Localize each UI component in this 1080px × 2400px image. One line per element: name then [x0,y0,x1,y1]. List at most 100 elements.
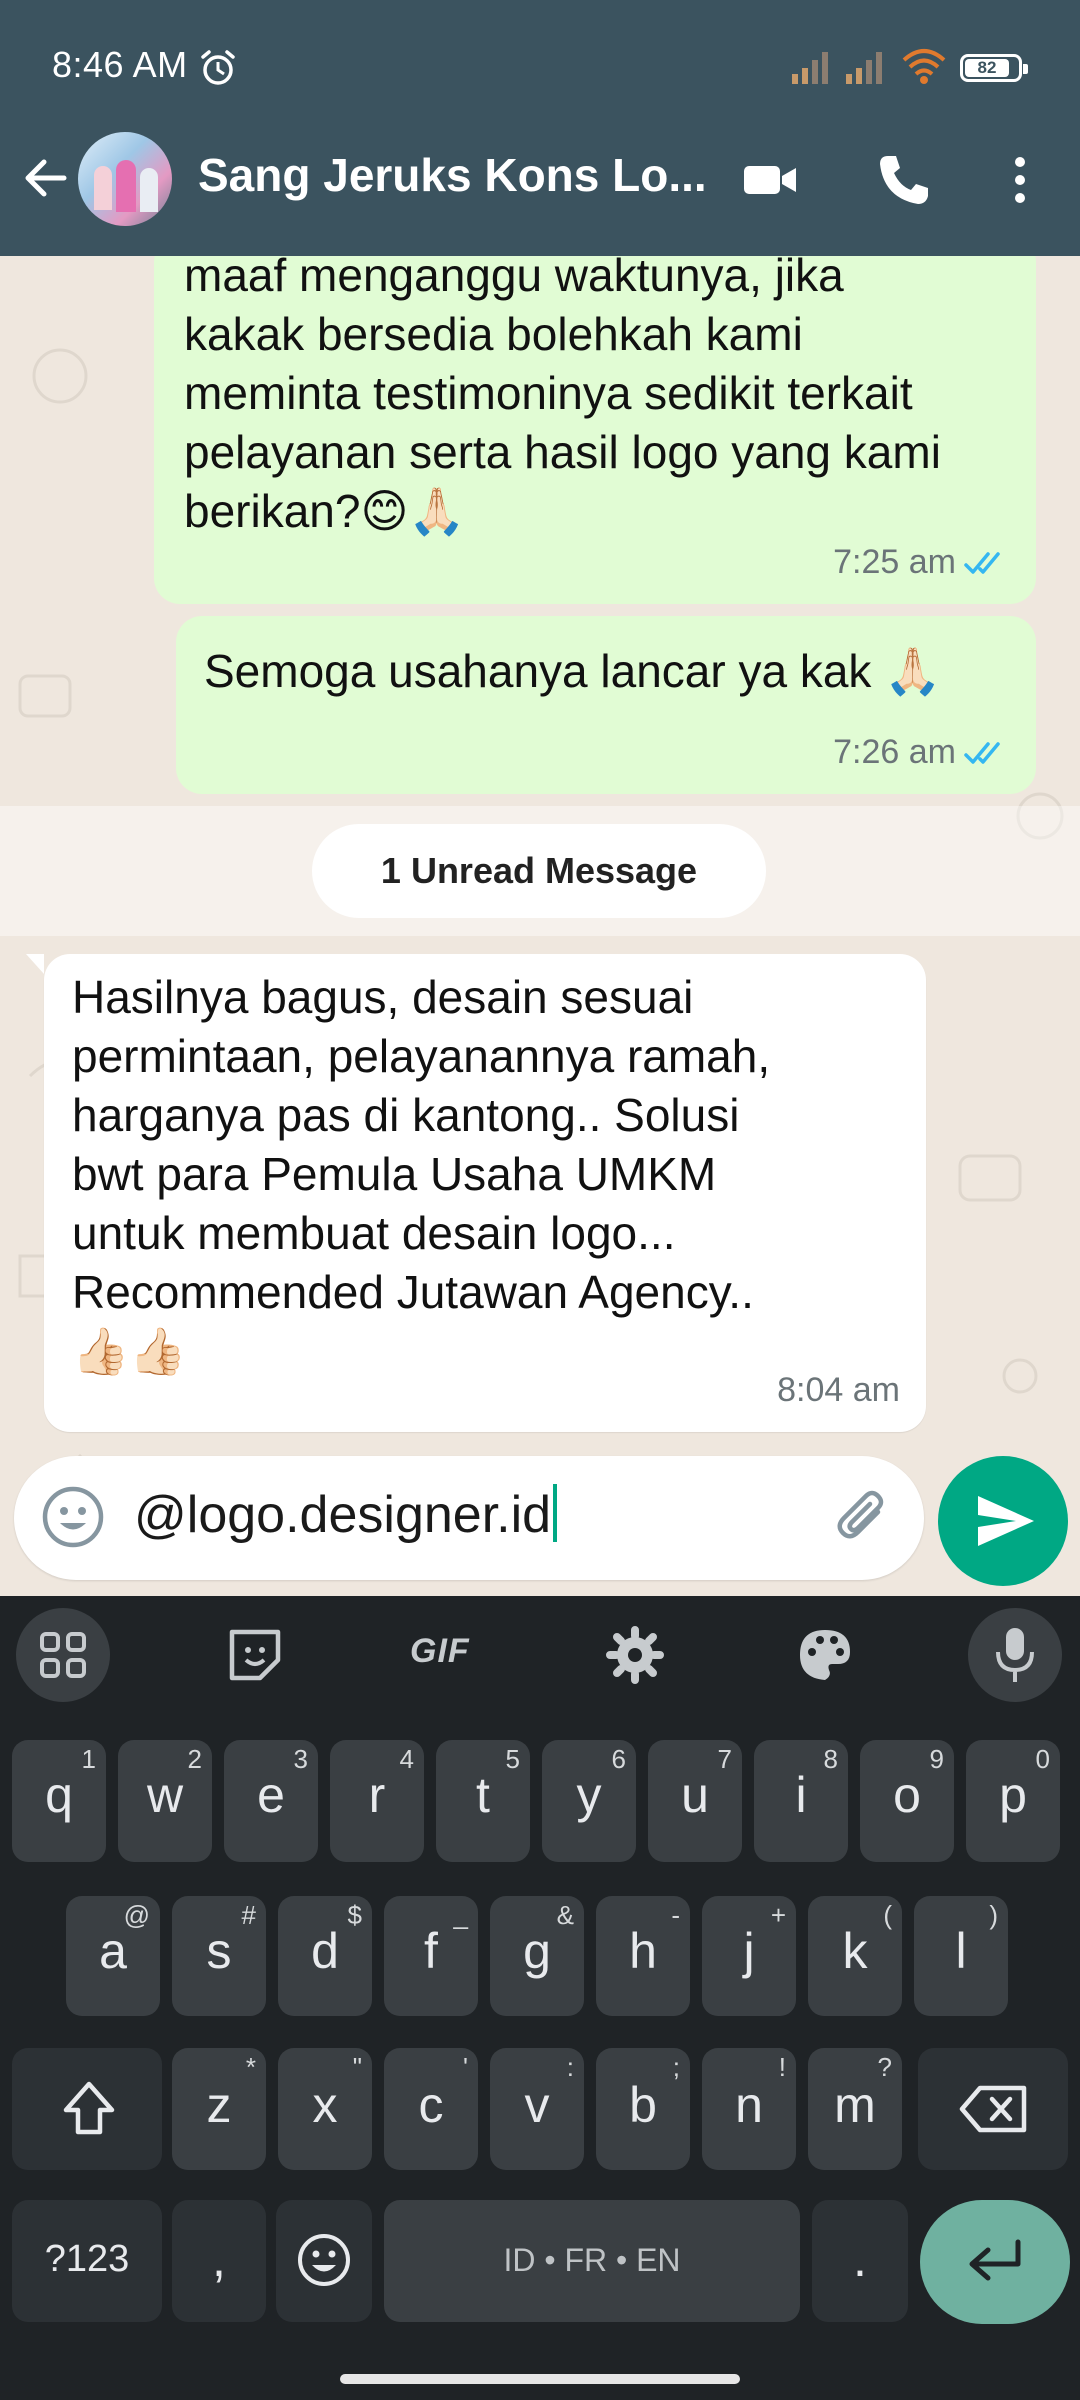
key-secondary-label: & [556,1900,574,1930]
shift-icon [63,2081,115,2135]
sticker-icon[interactable] [224,1624,286,1686]
symbols-key[interactable]: ?123 [12,2200,162,2322]
chat-title[interactable]: Sang Jeruks Kons Lo... [198,148,718,202]
key-secondary-label: ( [883,1900,892,1930]
more-options-icon[interactable] [990,150,1050,210]
message-input[interactable]: @logo.designer.id [134,1484,558,1545]
backspace-key[interactable] [918,2048,1068,2170]
key-secondary-label: ? [877,2052,892,2082]
message-input-value: @logo.designer.id [134,1486,552,1544]
key-secondary-label: + [770,1900,786,1930]
key-y[interactable]: y6 [542,1740,636,1862]
key-f[interactable]: f _ [384,1896,478,2016]
key-secondary-label: 9 [929,1744,944,1774]
comma-key[interactable]: , [172,2200,266,2322]
key-t[interactable]: t5 [436,1740,530,1862]
key-secondary-label: " [352,2052,362,2082]
key-e[interactable]: e3 [224,1740,318,1862]
contact-avatar[interactable] [78,132,172,226]
key-i[interactable]: i8 [754,1740,848,1862]
message-bubble-incoming[interactable]: Hasilnya bagus, desain sesuai permintaan… [26,954,926,1432]
key-v[interactable]: v: [490,2048,584,2170]
message-composer[interactable]: @logo.designer.id [14,1456,924,1580]
key-secondary-label: 2 [187,1744,202,1774]
key-secondary-label: 3 [293,1744,308,1774]
period-key[interactable]: . [812,2200,908,2322]
key-l[interactable]: l) [914,1896,1008,2016]
key-w[interactable]: w2 [118,1740,212,1862]
key-secondary-label: _ [453,1900,468,1930]
apps-button[interactable] [16,1608,110,1702]
key-j[interactable]: j + [702,1896,796,2016]
read-receipt-icon [964,551,1000,574]
key-c[interactable]: c ' [384,2048,478,2170]
message-text: Hasilnya bagus, desain sesuai permintaan… [72,971,771,1377]
emoji-key[interactable] [276,2200,372,2322]
key-label: ID • FR • EN [503,2242,681,2278]
key-s[interactable]: s # [172,1896,266,2016]
key-secondary-label: 8 [823,1744,838,1774]
key-m[interactable]: m? [808,2048,902,2170]
chat-area[interactable]: maaf menganggu waktunya, jika kakak bers… [0,256,1080,1596]
key-label: c [418,2077,444,2133]
key-secondary-label: ; [672,2052,680,2082]
video-call-icon[interactable] [740,150,800,210]
shift-key[interactable] [12,2048,162,2170]
key-p[interactable]: p0 [966,1740,1060,1862]
key-k[interactable]: k( [808,1896,902,2016]
message-time: 7:26 am [833,733,956,771]
key-a[interactable]: a @ [66,1896,160,2016]
alarm-icon [201,50,235,85]
key-q[interactable]: q1 [12,1740,106,1862]
microphone-icon [996,1628,1034,1682]
message-meta: 7:25 am [833,533,1010,592]
read-receipt-icon [964,741,1000,764]
key-label: b [629,2077,657,2133]
message-meta: 7:26 am [833,723,1010,782]
key-o[interactable]: o9 [860,1740,954,1862]
key-z[interactable]: z * [172,2048,266,2170]
message-time: 8:04 am [777,1371,900,1409]
enter-icon [969,2239,1021,2281]
key-r[interactable]: r4 [330,1740,424,1862]
wifi-icon [902,49,946,84]
key-label: v [524,2077,550,2133]
voice-input-button[interactable] [968,1608,1062,1702]
key-label: z [206,2077,232,2133]
space-key[interactable]: ID • FR • EN [384,2200,800,2322]
backspace-icon [959,2085,1027,2133]
key-secondary-label: - [671,1900,680,1930]
key-secondary-label: 1 [81,1744,96,1774]
key-g[interactable]: g & [490,1896,584,2016]
key-b[interactable]: b; [596,2048,690,2170]
back-arrow-icon[interactable] [18,150,74,206]
key-u[interactable]: u7 [648,1740,742,1862]
key-secondary-label: ! [778,2052,786,2082]
emoji-icon[interactable] [40,1484,106,1550]
key-secondary-label: $ [347,1900,362,1930]
key-label: , [212,2231,226,2287]
unread-banner: 1 Unread Message [312,824,766,918]
status-bar: 8:46 AM 82 [0,0,1080,136]
message-bubble-outgoing[interactable]: maaf menganggu waktunya, jika kakak bers… [154,256,1036,604]
key-d[interactable]: d $ [278,1896,372,2016]
gesture-nav-bar[interactable] [340,2374,740,2384]
key-x[interactable]: x " [278,2048,372,2170]
grid-icon [40,1632,86,1678]
signal-icon-2 [846,52,882,84]
palette-icon[interactable] [794,1624,856,1686]
attach-icon[interactable] [834,1486,898,1550]
message-text: maaf menganggu waktunya, jika kakak bers… [184,256,941,537]
settings-gear-icon[interactable] [604,1624,666,1686]
enter-key[interactable] [920,2200,1070,2324]
key-secondary-label: ) [989,1900,998,1930]
gif-button[interactable]: GIF [410,1632,470,1671]
key-secondary-label: @ [123,1900,150,1930]
key-label: ?123 [44,2238,130,2280]
voice-call-icon[interactable] [874,150,934,210]
message-bubble-outgoing[interactable]: Semoga usahanya lancar ya kak 🙏🏻 7:26 am [176,616,1036,794]
key-n[interactable]: n! [702,2048,796,2170]
send-button[interactable] [938,1456,1068,1586]
key-h[interactable]: h- [596,1896,690,2016]
key-secondary-label: 4 [399,1744,414,1774]
